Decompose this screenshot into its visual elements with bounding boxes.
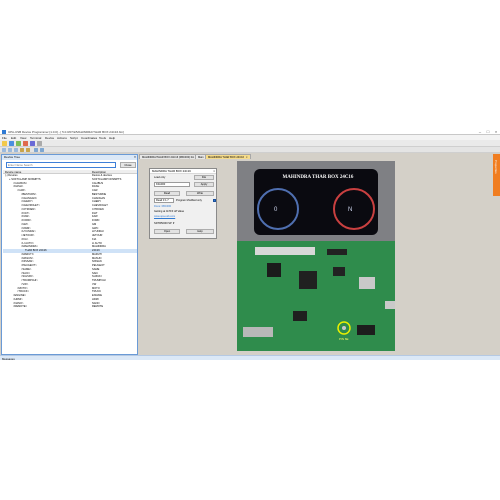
help-button[interactable]: Help (186, 229, 214, 234)
status-text: Done: 0BC000 (154, 205, 172, 208)
settings-icon[interactable] (37, 141, 42, 146)
device-dialog: MAHINDRA THAR BOX 24C16 × Load only File… (149, 168, 217, 239)
open-file-icon[interactable] (2, 141, 7, 146)
instrument-cluster-image: 0 N MAHINDRA THAR BOX 24C16 (237, 161, 395, 241)
program-modified-checkbox[interactable] (213, 199, 216, 202)
circuit-board-detail (237, 241, 395, 351)
copy-icon[interactable] (8, 148, 12, 152)
cluster-screen: 0 N MAHINDRA THAR BOX 24C16 (254, 169, 378, 235)
svg-text:0: 0 (274, 207, 278, 213)
read-button[interactable]: Read (154, 191, 180, 196)
dialog-title: MAHINDRA THAR BOX 24C16 (150, 169, 216, 174)
program-modified-label: Program Modified only (176, 199, 202, 202)
value-field[interactable]: K0A000 (154, 182, 190, 187)
tree-row-name: <REMOTE> (13, 305, 28, 309)
footer-select[interactable]: SDTR5000 ISP ▼ (154, 222, 175, 225)
messages-area (0, 360, 500, 370)
app-icon (2, 130, 6, 134)
open-button[interactable]: Open (154, 229, 180, 234)
panel-close-icon[interactable]: × (134, 155, 136, 160)
properties-dock[interactable]: Properties (493, 154, 500, 196)
apply-button[interactable]: Apply (194, 182, 214, 187)
circuit-board-image: PIN 6E (237, 241, 395, 351)
dialog-close-icon[interactable]: × (213, 169, 215, 174)
save-icon[interactable] (9, 141, 14, 146)
zoom-icon[interactable] (40, 148, 44, 152)
window-title: UPA-USB Device Programmer [1.0.0] - [ 5.… (8, 130, 124, 134)
read-icon[interactable] (16, 141, 21, 146)
main-toolbar (0, 140, 500, 147)
secondary-toolbar (0, 147, 500, 153)
photo-title-text: MAHINDRA THAR BOX 24C16 (282, 175, 354, 180)
paste-icon[interactable] (14, 148, 18, 152)
write-icon[interactable] (23, 141, 28, 146)
search-close-button[interactable]: Close (120, 162, 136, 168)
tree-row[interactable]: <REMOTE> REMOTE (3, 305, 137, 309)
device-tree: (-) Devices Device & devices + SOFTCLAMP N… (3, 174, 137, 354)
tree-row-description: REMOTE (92, 305, 104, 309)
load-only-label: Load only (154, 176, 166, 179)
undo-icon[interactable] (20, 148, 24, 152)
cut-icon[interactable] (2, 148, 6, 152)
pin-label: PIN 6E (339, 337, 349, 341)
read-select[interactable]: Read 0 1.7 (154, 198, 174, 203)
svg-text:N: N (348, 207, 352, 213)
verify-icon[interactable] (30, 141, 35, 146)
properties-dock-label: Properties (494, 160, 498, 174)
device-tree-panel: Device Tree × Close Device name Descript… (1, 154, 138, 355)
website-link[interactable]: www.upa-usb.com (154, 215, 175, 218)
write-button[interactable]: Write (186, 191, 214, 196)
device-tree-title: Device Tree (2, 155, 137, 160)
info-text: Getting at 0x7FF off Value (154, 210, 185, 213)
device-search-input[interactable] (6, 162, 116, 168)
redo-icon[interactable] (26, 148, 30, 152)
device-photo: 0 N MAHINDRA THAR BOX 24C16 PIN 6E (237, 161, 395, 351)
find-icon[interactable] (34, 148, 38, 152)
file-button[interactable]: File (194, 175, 214, 180)
app-window: UPA-USB Device Programmer [1.0.0] - [ 5.… (0, 129, 500, 370)
